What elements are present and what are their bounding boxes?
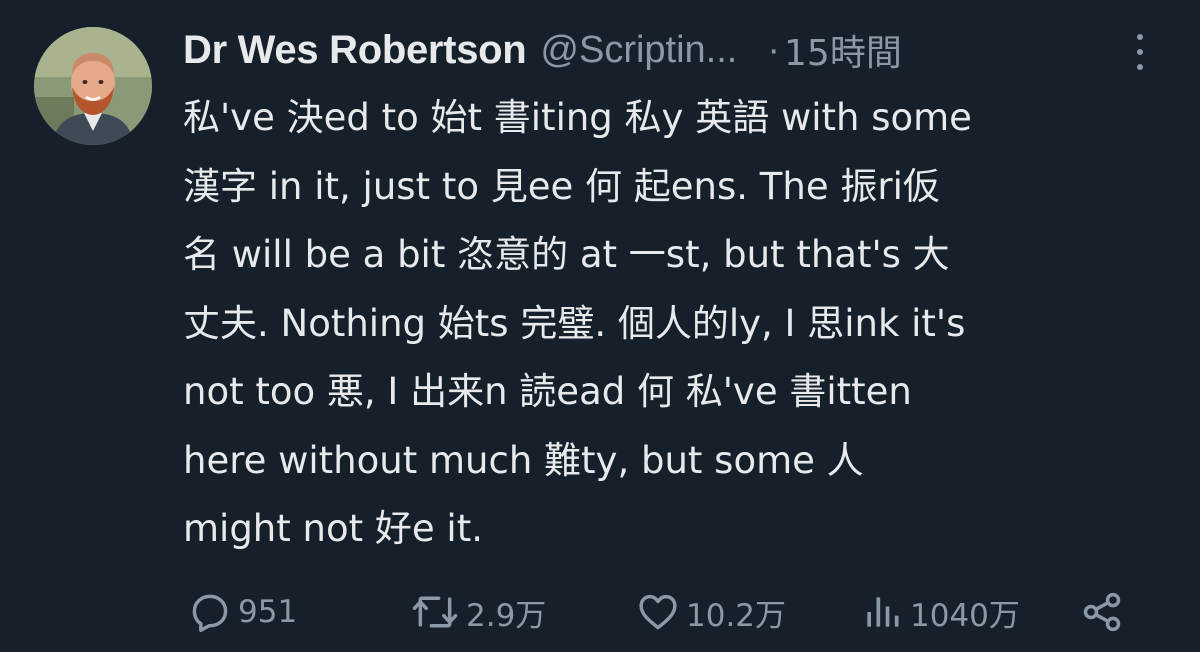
views-icon: [867, 597, 899, 627]
views-count: 1040万: [910, 597, 1020, 634]
like-count: 10.2万: [686, 597, 787, 634]
tweet-actions-bar: 951 2.9万 10.2万 1040万: [0, 585, 1200, 639]
separator-dot: ·: [767, 28, 781, 71]
tweet-text-line: 名 will be a bit 恣意的 at 一st, but that's 大: [183, 233, 950, 276]
repost-count: 2.9万: [466, 597, 547, 634]
tweet: Dr Wes Robertson @Scriptin... · 15時間 私'v…: [0, 0, 1200, 652]
tweet-header: Dr Wes Robertson @Scriptin... · 15時間: [183, 20, 902, 80]
more-dot: [1137, 49, 1143, 55]
tweet-timestamp[interactable]: 15時間: [784, 24, 902, 76]
tweet-text-line: might not 好e it.: [183, 507, 483, 550]
share-icon: [1083, 592, 1121, 632]
author-display-name[interactable]: Dr Wes Robertson: [183, 28, 527, 73]
tweet-text-line: 丈夫. Nothing 始ts 完璧. 個人的ly, I 思ink it's: [183, 301, 966, 345]
more-dot: [1137, 64, 1143, 70]
tweet-text-line: 漢字 in it, just to 見ee 何 起ens. The 振ri仮: [183, 164, 940, 208]
author-avatar[interactable]: [34, 27, 152, 145]
like-button[interactable]: 10.2万: [636, 585, 786, 639]
share-button[interactable]: [1080, 585, 1124, 639]
repost-button[interactable]: 2.9万: [410, 585, 546, 639]
avatar-image: [34, 27, 152, 145]
more-options-icon[interactable]: [1128, 30, 1152, 74]
author-handle[interactable]: @Scriptin...: [540, 29, 737, 72]
repost-icon: [412, 596, 458, 628]
more-dot: [1137, 34, 1143, 40]
tweet-text-line: 私've 決ed to 始t 書iting 私y 英語 with some: [183, 96, 972, 139]
tweet-text-line: not too 悪, I 出来n 読ead 何 私've 書itten: [183, 370, 912, 413]
reply-count: 951: [238, 594, 298, 630]
views-button[interactable]: 1040万: [860, 585, 1020, 639]
tweet-text-line: here without much 難ty, but some 人: [183, 438, 864, 482]
heart-icon: [639, 594, 677, 630]
reply-icon: [192, 594, 228, 633]
tweet-text: 私've 決ed to 始t 書iting 私y 英語 with some 漢字…: [183, 84, 1183, 564]
reply-button[interactable]: 951: [188, 585, 297, 639]
